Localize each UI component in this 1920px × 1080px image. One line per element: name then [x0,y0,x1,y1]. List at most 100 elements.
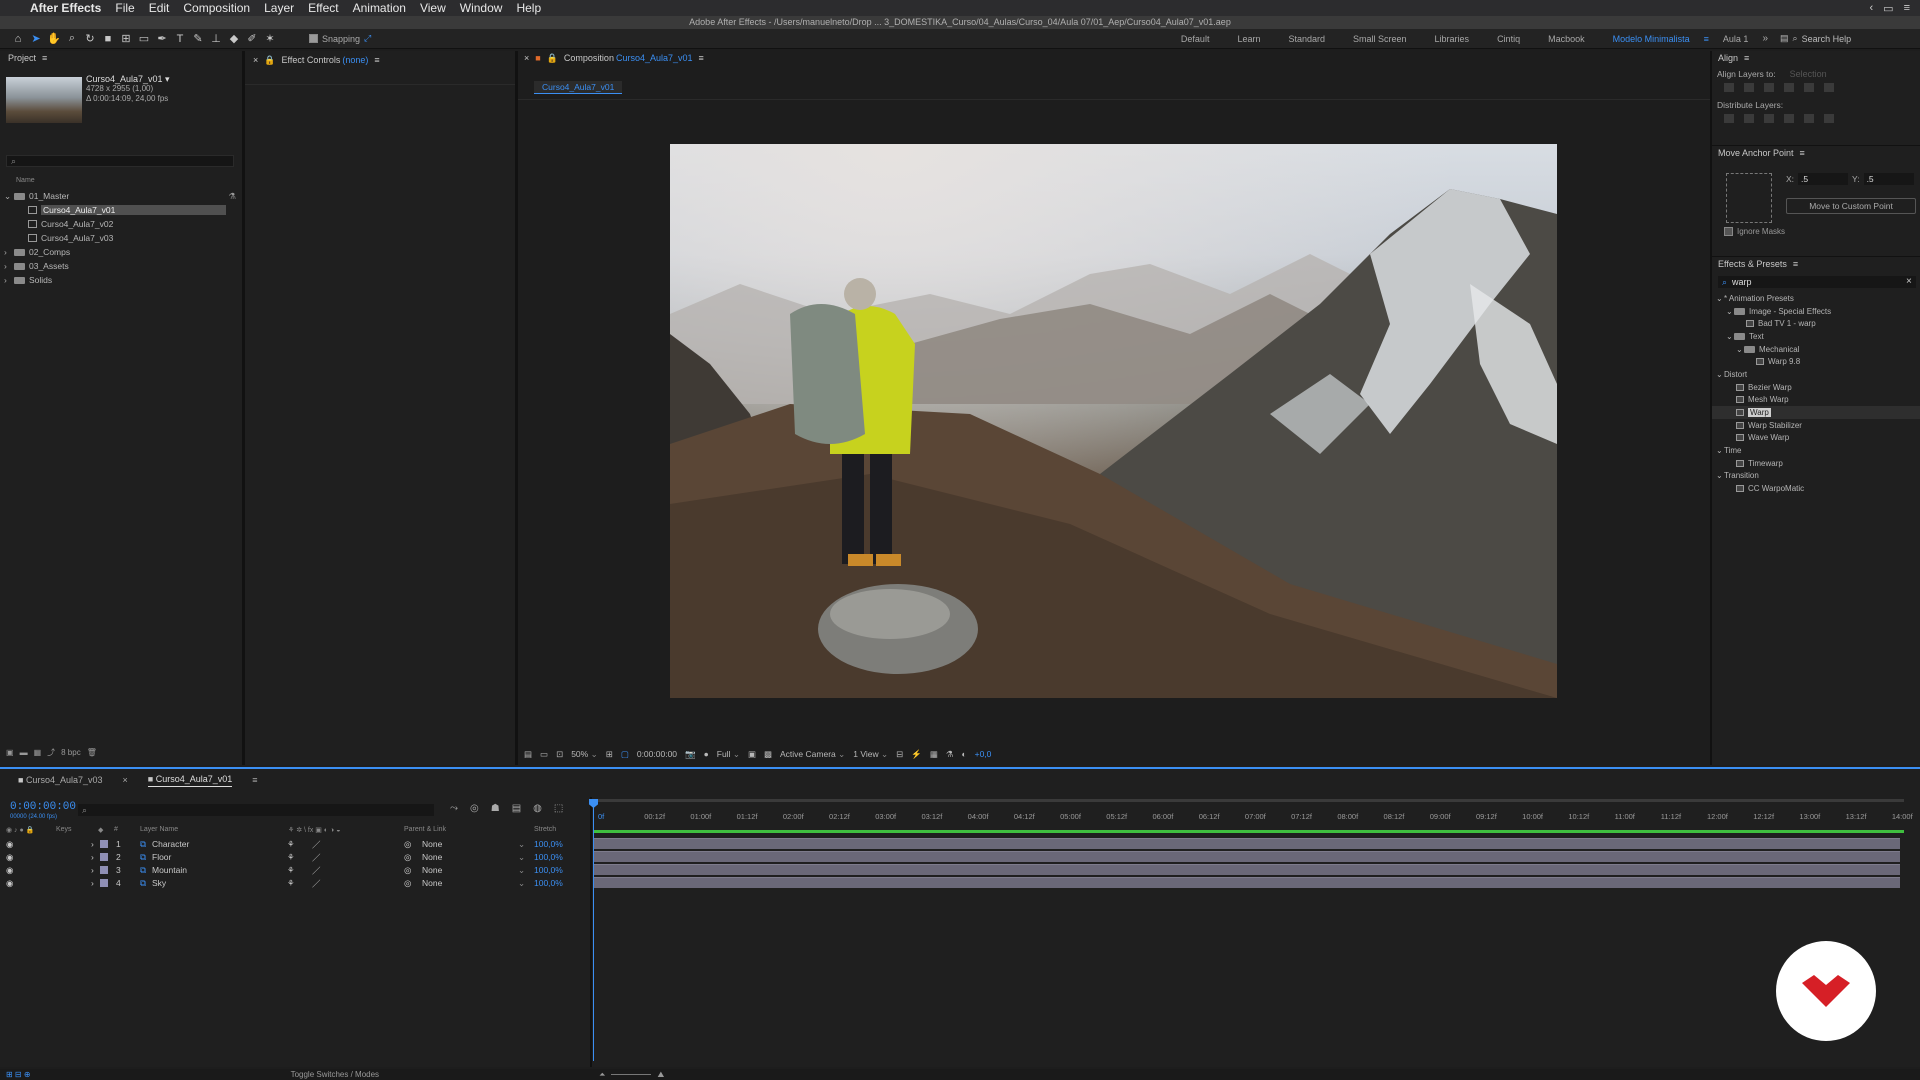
panel-menu-icon[interactable]: ≡ [42,53,47,63]
menu-help[interactable]: Help [516,1,541,15]
av-features-icon[interactable]: ◉ ♪ ● 🔒 [6,826,34,834]
keyboard-icon[interactable]: ▤ [1780,33,1789,44]
align-top-icon[interactable] [1784,83,1794,92]
workspace-small-screen[interactable]: Small Screen [1339,34,1421,44]
search-help[interactable]: ▤ ⌕ Search Help [1780,33,1920,44]
effects-title[interactable]: Effects & Presets [1718,259,1787,269]
expand-icon[interactable]: › [91,839,94,849]
stretch-value[interactable]: 100,0% [534,839,563,849]
resolution-dropdown[interactable]: Full [717,749,740,760]
expand-icon[interactable]: › [4,247,14,257]
shy-switch-icon[interactable]: ⚘ [287,865,295,876]
rotate-tool-icon[interactable]: ↻ [82,31,98,47]
project-item-folder[interactable]: ⌄ 01_Master ⚗ [0,189,242,203]
layer-name[interactable]: Floor [152,852,171,862]
snapping-toggle[interactable]: Snapping ⤢ [309,33,371,44]
align-bottom-icon[interactable] [1824,83,1834,92]
flowchart-icon[interactable]: ⚗ [228,191,236,202]
selection-tool-icon[interactable]: ➤ [28,31,44,47]
graph-editor-icon[interactable]: ⬚ [554,803,563,814]
brush-tool-icon[interactable]: ✎ [190,31,206,47]
anchor-x-input[interactable]: .5 [1798,173,1849,185]
zoom-slider[interactable] [611,1074,652,1075]
layer-name[interactable]: Character [152,839,189,849]
effects-item[interactable]: Warp Stabilizer [1712,419,1920,432]
pickwhip-icon[interactable]: ◎ [404,852,411,863]
expand-icon[interactable]: › [91,878,94,888]
label-color-swatch[interactable] [100,879,108,887]
parent-link-column[interactable]: Parent & Link [404,826,446,833]
chevron-down-icon[interactable]: ⌄ [518,839,525,850]
distribute-left-icon[interactable] [1784,114,1794,123]
panel-menu-icon[interactable]: ≡ [1793,259,1798,269]
layer-name[interactable]: Sky [152,878,166,888]
expand-icon[interactable]: › [4,275,14,285]
clear-search-icon[interactable]: × [1906,276,1912,287]
puppet-tool-icon[interactable]: ✶ [262,31,278,47]
draft-3d-icon[interactable]: ◎ [470,803,479,814]
visibility-icon[interactable]: ◉ [6,839,13,850]
flowchart-footer-icon[interactable]: ⤴ [47,747,55,758]
layer-row[interactable]: ◉ › 2 ⧉ Floor ⚘ ／ ◎ None ⌄ 100,0% [0,851,592,864]
ignore-masks-checkbox[interactable] [1724,227,1733,236]
workspace-standard[interactable]: Standard [1274,34,1339,44]
panel-menu-icon[interactable]: ≡ [1800,148,1805,158]
quality-switch-icon[interactable]: ／ [312,839,321,851]
app-menu[interactable]: After Effects [30,1,101,15]
zoom-tool-icon[interactable]: ⌕ [64,31,80,47]
pen-tool-icon[interactable]: ✒ [154,31,170,47]
parent-dropdown[interactable]: None [422,839,442,849]
layer-duration-bar[interactable] [594,864,1900,875]
zoom-in-icon[interactable]: ⛰ [657,1070,664,1080]
expand-icon[interactable]: › [91,852,94,862]
lock-icon[interactable]: 🔒 [264,55,275,66]
quality-switch-icon[interactable]: ／ [312,852,321,864]
switches-column-icons[interactable]: ⚘ ✲ \ fx ▣ ◐ ◑ ◒ [288,826,340,834]
fast-preview-icon[interactable]: ⚡ [911,749,922,760]
current-time-indicator[interactable] [593,799,594,1061]
effects-item[interactable]: Bad TV 1 - warp [1712,317,1920,330]
trash-icon[interactable]: 🗑 [87,748,97,757]
pixel-aspect-icon[interactable]: ⊟ [896,749,903,760]
effects-folder[interactable]: ⌄ Mechanical [1712,343,1920,356]
workspace-modelo-minimalista[interactable]: Modelo Minimalista [1599,34,1704,44]
pickwhip-icon[interactable]: ◎ [404,839,411,850]
comp-mini-flowchart-icon[interactable]: ⤳ [450,803,458,814]
time-ruler[interactable]: 0f 00:12f 01:00f 01:12f 02:00f 02:12f 03:00f 03… [592,805,1918,829]
effect-controls-title[interactable]: Effect Controls [281,55,340,65]
effects-item[interactable]: Timewarp [1712,457,1920,470]
menu-window[interactable]: Window [460,1,503,15]
visibility-icon[interactable]: ◉ [6,852,13,863]
pickwhip-icon[interactable]: ◎ [404,865,411,876]
menu-file[interactable]: File [115,1,134,15]
move-to-custom-point-button[interactable]: Move to Custom Point [1786,198,1916,214]
keys-column[interactable]: Keys [56,826,72,833]
label-color-swatch[interactable] [100,853,108,861]
project-item-comp[interactable]: Curso4_Aula7_v01 [0,203,242,217]
timeline-tab[interactable]: ■ Curso4_Aula7_v03 [18,775,103,785]
layer-row[interactable]: ◉ › 3 ⧉ Mountain ⚘ ／ ◎ None ⌄ 100,0% [0,864,592,877]
effects-item[interactable]: Mesh Warp [1712,394,1920,407]
stretch-value[interactable]: 100,0% [534,878,563,888]
chevron-down-icon[interactable]: ⌄ [518,865,525,876]
distribute-top-icon[interactable] [1724,114,1734,123]
align-to-dropdown[interactable]: Selection [1790,69,1827,79]
layer-name-column[interactable]: Layer Name [140,826,178,833]
layer-row[interactable]: ◉ › 4 ⧉ Sky ⚘ ／ ◎ None ⌄ 100,0% [0,877,592,890]
shy-switch-icon[interactable]: ⚘ [287,878,295,889]
anchor-title[interactable]: Move Anchor Point [1718,148,1794,158]
always-preview-icon[interactable]: ▤ [524,749,532,760]
camera-tool-icon[interactable]: ■ [100,31,116,47]
timeline-search-input[interactable]: ⌕ [78,804,434,816]
effects-item-selected[interactable]: Warp [1712,406,1920,419]
toggle-switches-modes[interactable]: Toggle Switches / Modes [291,1070,380,1079]
interpret-footage-icon[interactable]: ▣ [6,748,14,757]
view-layout-dropdown[interactable]: 1 View [853,749,888,760]
menu-view[interactable]: View [420,1,446,15]
layer-row[interactable]: ◉ › 1 ⧉ Character ⚘ ／ ◎ None ⌄ 100,0% [0,838,592,851]
timeline-icon[interactable]: ▦ [930,749,938,760]
timeline-timecode[interactable]: 0:00:00:00 [10,801,76,813]
effects-folder[interactable]: ⌄ Image - Special Effects [1712,305,1920,318]
effects-item[interactable]: Warp 9.8 [1712,355,1920,368]
number-column[interactable]: # [114,826,118,833]
